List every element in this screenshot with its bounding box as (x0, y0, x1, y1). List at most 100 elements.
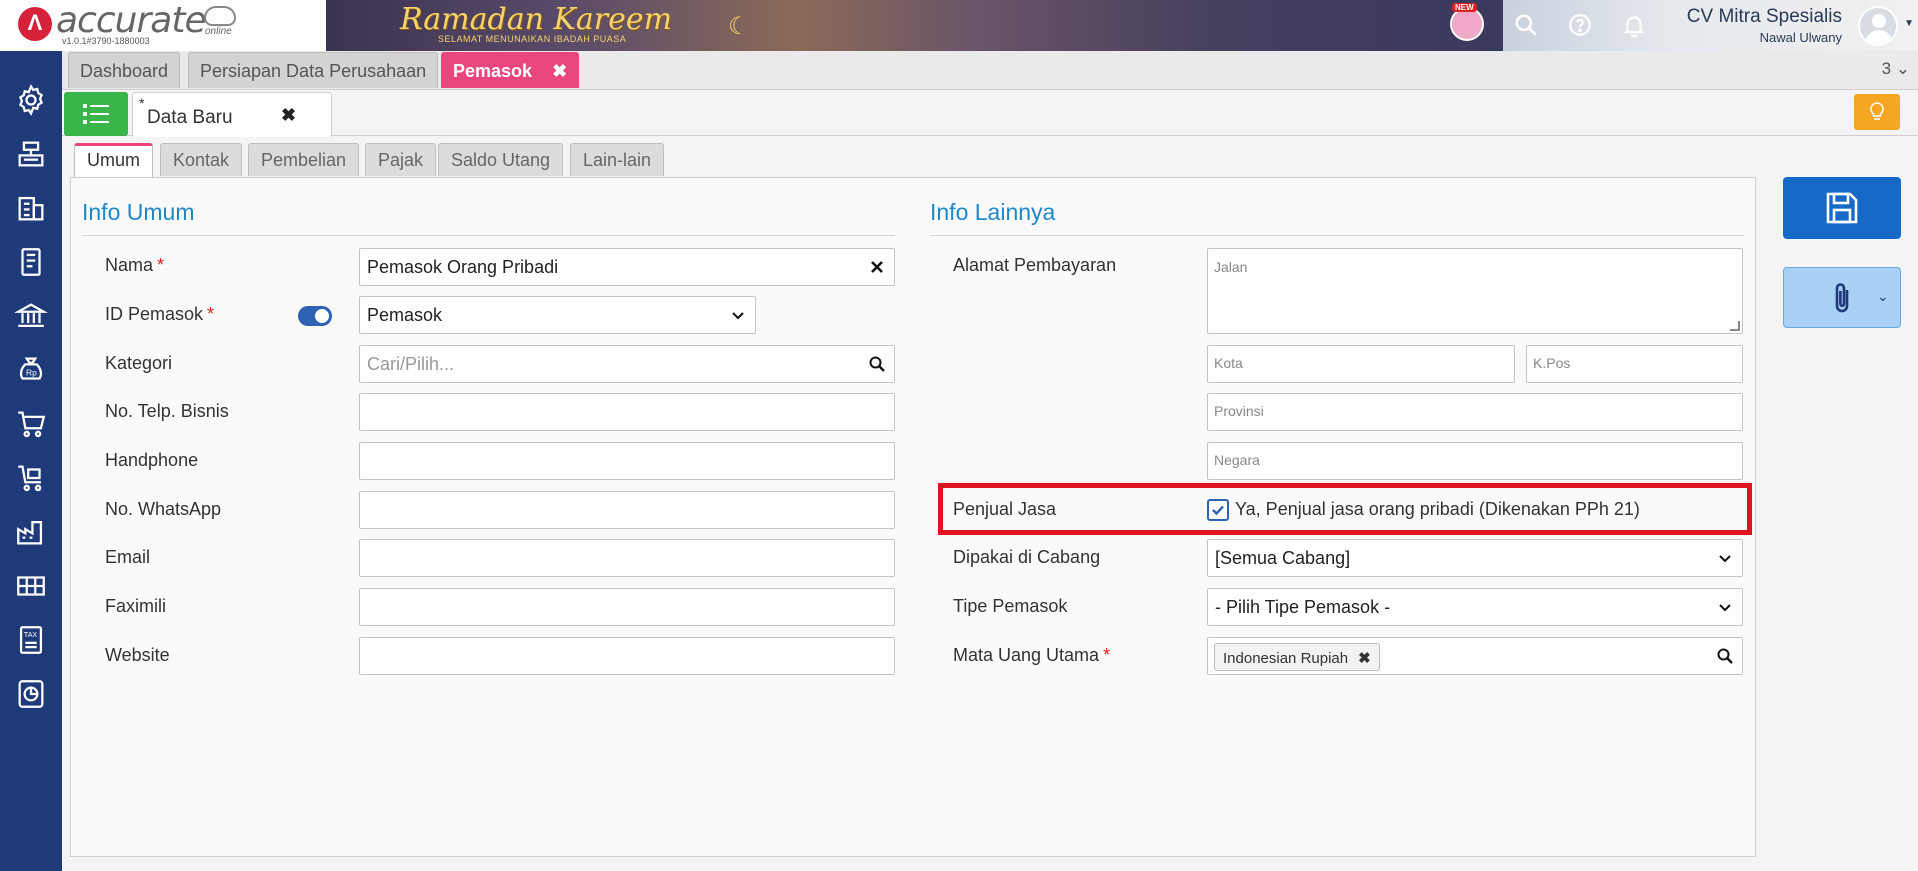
tipe-pemasok-value: - Pilih Tipe Pemasok - (1215, 597, 1391, 617)
list-view-button[interactable] (64, 92, 128, 136)
bell-icon[interactable] (1621, 12, 1647, 38)
close-doc-icon[interactable]: ✖ (281, 105, 296, 126)
search-icon[interactable] (1513, 12, 1539, 38)
faximili-input[interactable] (359, 588, 895, 626)
cabang-select[interactable]: [Semua Cabang] (1207, 539, 1743, 577)
mata-uang-input[interactable]: Indonesian Rupiah ✖ (1207, 637, 1743, 675)
rupiah-bag-icon[interactable]: Rp (14, 353, 48, 387)
tab-pembelian[interactable]: Pembelian (248, 143, 360, 176)
attachment-button[interactable]: ⌄ (1783, 267, 1901, 328)
provinsi-input[interactable]: Provinsi (1207, 393, 1743, 431)
banner-subtitle: SELAMAT MENUNAIKAN IBADAH PUASA (438, 34, 627, 44)
building-icon[interactable] (14, 191, 48, 225)
label-telp-bisnis: No. Telp. Bisnis (105, 401, 229, 421)
label-text: Mata Uang Utama (953, 645, 1100, 665)
label-text: ID Pemasok (105, 304, 204, 324)
remove-chip-icon[interactable]: ✖ (1358, 650, 1371, 667)
tab-label: Persiapan Data Perusahaan (200, 61, 427, 81)
save-floppy-icon (1826, 192, 1858, 224)
auto-id-toggle[interactable] (298, 306, 332, 326)
label-faximili: Faximili (105, 596, 166, 616)
telp-bisnis-input[interactable] (359, 393, 895, 431)
email-input[interactable] (359, 539, 895, 577)
logo-area[interactable]: Λ accurate online v1.0.1#3790-1880003 (0, 0, 330, 51)
tax-document-icon[interactable]: TAX (14, 623, 48, 657)
kpos-placeholder: K.Pos (1533, 355, 1571, 371)
chevron-down-icon[interactable]: ⌄ (1877, 288, 1889, 305)
id-pemasok-select[interactable]: Pemasok (359, 296, 756, 334)
tipe-pemasok-select[interactable]: - Pilih Tipe Pemasok - (1207, 588, 1743, 626)
user-avatar[interactable] (1858, 6, 1898, 46)
cart-box-icon[interactable] (14, 461, 48, 495)
help-icon[interactable] (1567, 12, 1593, 38)
unsaved-marker: * (139, 95, 145, 111)
label-handphone: Handphone (105, 450, 199, 470)
checkmark-icon (1212, 505, 1224, 516)
factory-icon[interactable] (14, 515, 48, 549)
close-tab-icon[interactable]: ✖ (552, 61, 567, 81)
settings-gear-icon[interactable] (14, 83, 48, 117)
label-mata-uang: Mata Uang Utama * (953, 645, 1110, 666)
clear-icon[interactable] (868, 258, 886, 276)
label-nama: Nama * (105, 255, 164, 276)
user-name[interactable]: Nawal Ulwany (1760, 30, 1842, 45)
cabang-value: [Semua Cabang] (1215, 548, 1351, 568)
tab-umum[interactable]: Umum (74, 143, 153, 178)
bank-icon[interactable] (13, 299, 49, 333)
required-marker: * (207, 304, 215, 324)
cloud-icon (204, 6, 236, 26)
tab-label: Dashboard (80, 61, 169, 81)
kategori-search-input[interactable]: Cari/Pilih... (359, 345, 895, 383)
ramadan-banner: Ramadan Kareem SELAMAT MENUNAIKAN IBADAH… (326, 0, 1504, 51)
mascot-icon[interactable] (1450, 7, 1484, 41)
tab-pemasok[interactable]: Pemasok ✖ (441, 52, 580, 88)
accurate-logo-icon: Λ (18, 7, 52, 41)
tab-pajak[interactable]: Pajak (365, 143, 437, 176)
whatsapp-input[interactable] (359, 491, 895, 529)
tab-saldo-utang[interactable]: Saldo Utang (438, 143, 564, 176)
section-title-info-lainnya: Info Lainnya (930, 199, 1056, 225)
sidebar: Rp TAX (0, 51, 62, 871)
penjual-jasa-checkbox-label[interactable]: Ya, Penjual jasa orang pribadi (Dikenaka… (1235, 499, 1640, 520)
list-icon (83, 104, 109, 124)
tab-persiapan-data[interactable]: Persiapan Data Perusahaan (188, 52, 439, 88)
cash-register-icon[interactable] (14, 137, 48, 171)
tab-count-dropdown[interactable]: 3 ⌄ (1882, 59, 1910, 79)
label-alamat-pembayaran: Alamat Pembayaran (953, 255, 1117, 275)
negara-input[interactable]: Negara (1207, 442, 1743, 480)
save-button[interactable] (1783, 177, 1901, 239)
jalan-textarea[interactable]: Jalan (1207, 248, 1743, 334)
search-icon[interactable] (1716, 647, 1734, 665)
resize-handle[interactable] (1730, 321, 1740, 331)
penjual-jasa-checkbox[interactable] (1207, 499, 1229, 521)
provinsi-placeholder: Provinsi (1214, 403, 1264, 419)
tab-lain-lain[interactable]: Lain-lain (570, 143, 665, 176)
search-icon[interactable] (868, 355, 886, 373)
kota-input[interactable]: Kota (1207, 345, 1515, 383)
version-label: v1.0.1#3790-1880003 (62, 36, 150, 46)
jalan-placeholder: Jalan (1214, 259, 1248, 275)
website-input[interactable] (359, 637, 895, 675)
kpos-input[interactable]: K.Pos (1526, 345, 1743, 383)
tab-dashboard[interactable]: Dashboard (68, 52, 181, 88)
new-badge: NEW (1452, 3, 1477, 12)
tab-label: Pemasok (453, 61, 533, 81)
handphone-input[interactable] (359, 442, 895, 480)
chevron-down-icon[interactable]: ▼ (1904, 18, 1914, 29)
doc-tab-data-baru[interactable]: * Data Baru ✖ (132, 92, 332, 137)
nama-input[interactable]: Pemasok Orang Pribadi (359, 248, 895, 286)
inventory-icon[interactable] (14, 569, 48, 603)
report-chart-icon[interactable] (14, 677, 48, 711)
tips-button[interactable] (1854, 94, 1900, 130)
paperclip-icon (1835, 283, 1849, 313)
company-name[interactable]: CV Mitra Spesialis (1687, 6, 1842, 28)
logo-online: online (205, 26, 232, 37)
tab-count-value: 3 (1881, 59, 1892, 78)
tab-kontak[interactable]: Kontak (160, 143, 243, 176)
doc-tab-label: Data Baru (147, 107, 233, 128)
document-bar: * Data Baru ✖ (62, 90, 1918, 137)
shopping-cart-icon[interactable] (14, 407, 48, 441)
module-tabs: Dashboard Persiapan Data Perusahaan Pema… (62, 51, 1918, 90)
svg-text:Rp: Rp (26, 368, 37, 378)
ledger-book-icon[interactable] (14, 245, 48, 279)
